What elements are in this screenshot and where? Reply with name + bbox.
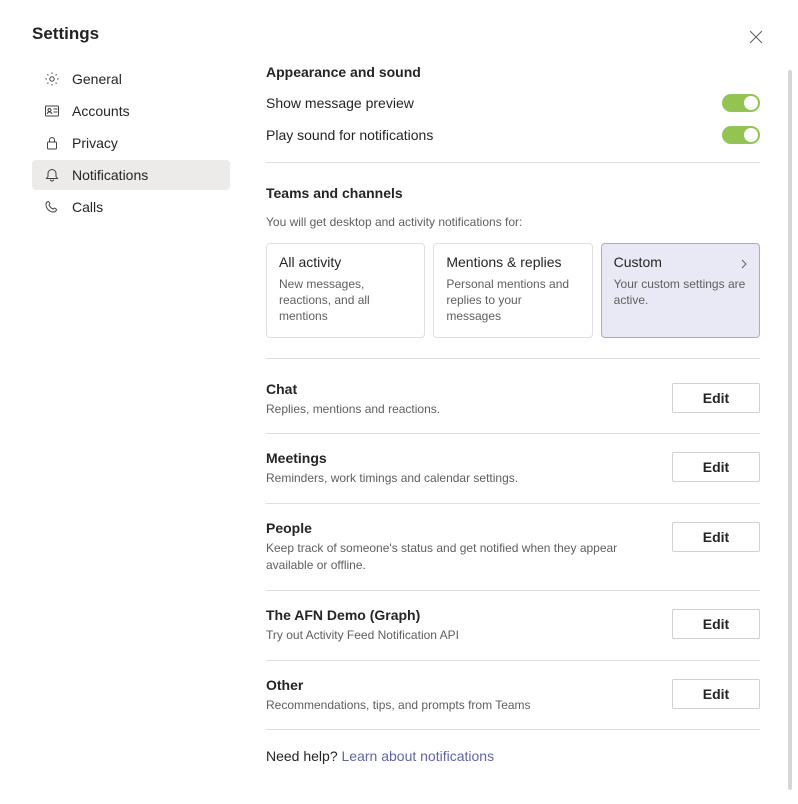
row-people: People Keep track of someone's status an… [266, 504, 760, 591]
phone-icon [44, 199, 60, 215]
sidebar-item-label: General [72, 71, 122, 87]
sidebar-item-label: Notifications [72, 167, 148, 183]
gear-icon [44, 71, 60, 87]
row-desc: Recommendations, tips, and prompts from … [266, 697, 652, 714]
help-text: Need help? Learn about notifications [266, 730, 760, 782]
sidebar: General Accounts Privacy Notifications [32, 64, 230, 804]
card-desc: New messages, reactions, and all mention… [279, 276, 412, 325]
row-desc: Try out Activity Feed Notification API [266, 627, 652, 644]
edit-button-other[interactable]: Edit [672, 679, 760, 709]
card-desc: Personal mentions and replies to your me… [446, 276, 579, 325]
bell-icon [44, 167, 60, 183]
row-title: Other [266, 677, 652, 693]
section-title-appearance: Appearance and sound [266, 64, 760, 80]
row-title: Chat [266, 381, 652, 397]
help-link[interactable]: Learn about notifications [342, 748, 495, 764]
divider [266, 358, 760, 359]
row-desc: Keep track of someone's status and get n… [266, 540, 652, 574]
toggle-show-preview[interactable] [722, 94, 760, 112]
edit-button-meetings[interactable]: Edit [672, 452, 760, 482]
card-title: All activity [279, 254, 412, 270]
divider [266, 162, 760, 163]
setting-show-preview: Show message preview [266, 94, 760, 112]
accounts-icon [44, 103, 60, 119]
row-meetings: Meetings Reminders, work timings and cal… [266, 434, 760, 504]
toggle-label: Play sound for notifications [266, 127, 433, 143]
card-mentions-replies[interactable]: Mentions & replies Personal mentions and… [433, 243, 592, 338]
setting-play-sound: Play sound for notifications [266, 126, 760, 144]
row-desc: Reminders, work timings and calendar set… [266, 470, 652, 487]
sidebar-item-label: Privacy [72, 135, 118, 151]
scrollbar[interactable] [788, 70, 792, 790]
sidebar-item-calls[interactable]: Calls [32, 192, 230, 222]
toggle-label: Show message preview [266, 95, 414, 111]
card-desc: Your custom settings are active. [614, 276, 747, 308]
lock-icon [44, 135, 60, 151]
row-title: Meetings [266, 450, 652, 466]
sidebar-item-label: Accounts [72, 103, 130, 119]
chevron-right-icon [739, 256, 749, 274]
card-title: Mentions & replies [446, 254, 579, 270]
close-button[interactable] [746, 28, 766, 48]
row-title: People [266, 520, 652, 536]
row-desc: Replies, mentions and reactions. [266, 401, 652, 418]
card-title: Custom [614, 254, 747, 270]
sidebar-item-general[interactable]: General [32, 64, 230, 94]
toggle-play-sound[interactable] [722, 126, 760, 144]
edit-button-afn[interactable]: Edit [672, 609, 760, 639]
row-other: Other Recommendations, tips, and prompts… [266, 661, 760, 731]
help-prefix: Need help? [266, 748, 342, 764]
edit-button-people[interactable]: Edit [672, 522, 760, 552]
sidebar-item-label: Calls [72, 199, 103, 215]
card-all-activity[interactable]: All activity New messages, reactions, an… [266, 243, 425, 338]
sidebar-item-accounts[interactable]: Accounts [32, 96, 230, 126]
edit-button-chat[interactable]: Edit [672, 383, 760, 413]
card-custom[interactable]: Custom Your custom settings are active. [601, 243, 760, 338]
close-icon [749, 30, 763, 47]
row-title: The AFN Demo (Graph) [266, 607, 652, 623]
content-area: Appearance and sound Show message previe… [230, 64, 766, 804]
section-title-teams: Teams and channels [266, 185, 760, 201]
section-subtext: You will get desktop and activity notifi… [266, 215, 760, 229]
row-chat: Chat Replies, mentions and reactions. Ed… [266, 381, 760, 435]
page-title: Settings [32, 24, 766, 44]
sidebar-item-notifications[interactable]: Notifications [32, 160, 230, 190]
row-afn-demo: The AFN Demo (Graph) Try out Activity Fe… [266, 591, 760, 661]
sidebar-item-privacy[interactable]: Privacy [32, 128, 230, 158]
